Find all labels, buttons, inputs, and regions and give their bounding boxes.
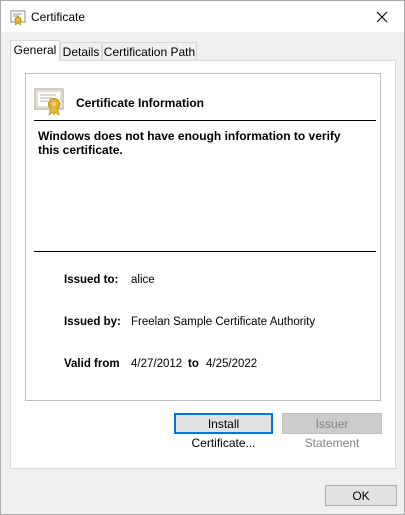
divider bbox=[34, 120, 376, 121]
certificate-icon bbox=[34, 88, 64, 116]
certificate-information-box: Certificate Information Windows does not… bbox=[25, 73, 381, 401]
certificate-icon bbox=[10, 10, 26, 25]
close-button[interactable] bbox=[359, 1, 404, 32]
info-heading: Certificate Information bbox=[76, 96, 205, 110]
certificate-dialog: Certificate General Details Certificatio… bbox=[0, 0, 405, 515]
install-certificate-button[interactable]: Install Certificate... bbox=[174, 413, 273, 450]
issued-by-label: Issued by: bbox=[64, 316, 121, 328]
issuer-statement-button[interactable]: Issuer Statement bbox=[282, 413, 382, 450]
valid-from-value: 4/27/2012 bbox=[131, 358, 183, 370]
tab-certification-path[interactable]: Certification Path bbox=[102, 42, 197, 60]
tab-details[interactable]: Details bbox=[60, 42, 102, 60]
title-bar: Certificate bbox=[1, 1, 404, 32]
divider bbox=[34, 251, 376, 252]
close-icon bbox=[376, 11, 387, 22]
tab-general[interactable]: General bbox=[10, 40, 60, 61]
ok-button[interactable]: OK bbox=[325, 485, 397, 506]
verification-warning: Windows does not have enough information… bbox=[38, 129, 341, 157]
issued-to-value: alice bbox=[131, 274, 155, 286]
issued-by-value: Freelan Sample Certificate Authority bbox=[131, 316, 316, 328]
general-tab-panel: Certificate Information Windows does not… bbox=[10, 60, 396, 469]
window-title: Certificate bbox=[31, 10, 86, 24]
issued-to-label: Issued to: bbox=[64, 274, 119, 286]
valid-to-label: to bbox=[188, 358, 199, 370]
valid-to-value: 4/25/2022 bbox=[206, 358, 258, 370]
valid-from-label: Valid from bbox=[64, 358, 120, 370]
